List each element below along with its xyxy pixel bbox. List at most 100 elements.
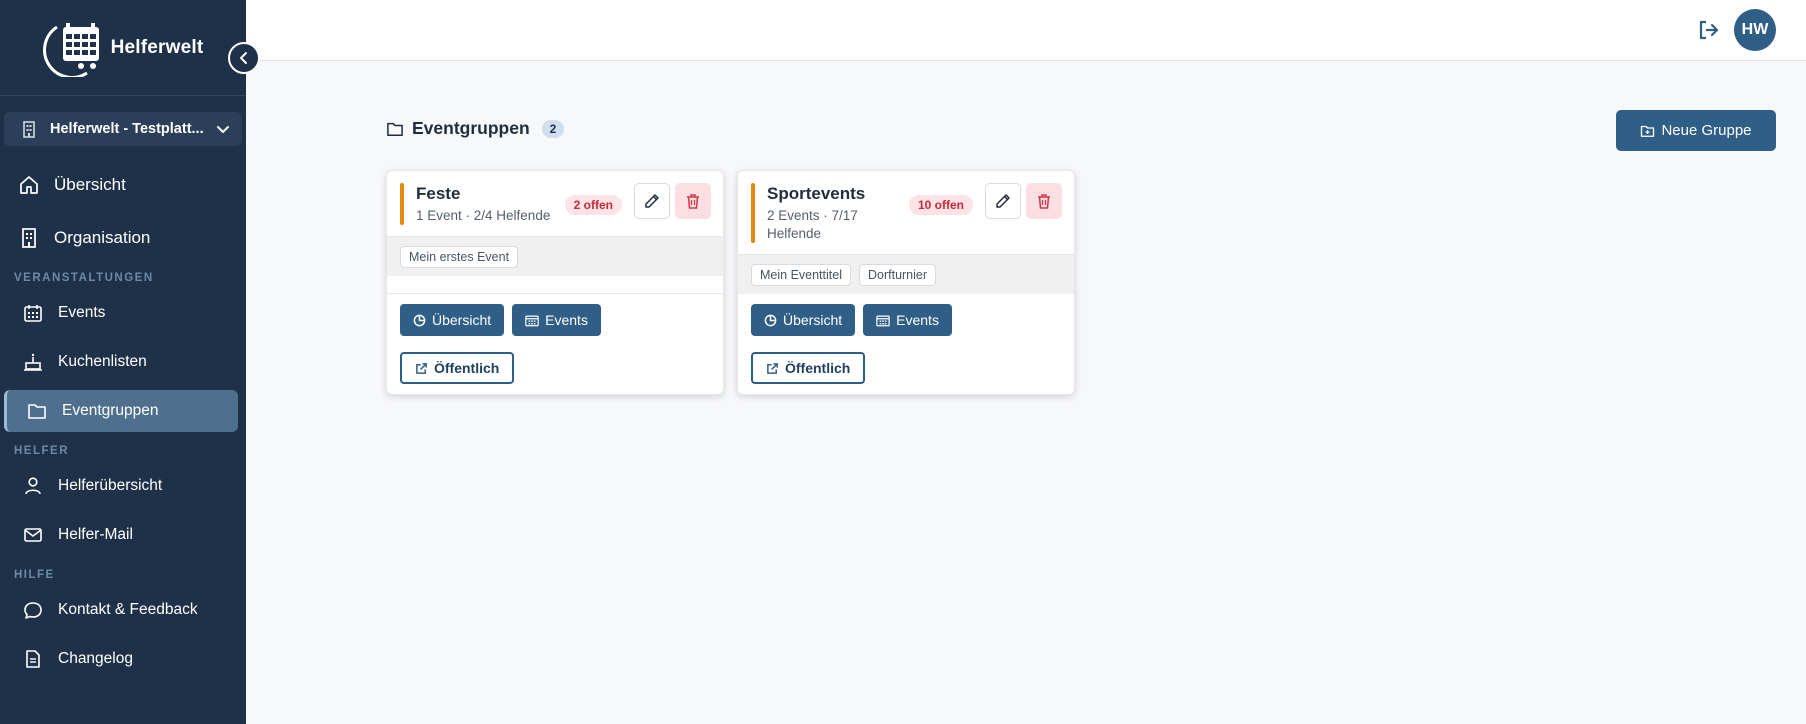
main-navigation: Übersicht Organisation VERANSTALTUNGEN E… — [0, 164, 246, 680]
group-public-button[interactable]: Öffentlich — [400, 352, 515, 384]
sidebar-item-kuchenlisten[interactable]: Kuchenlisten — [4, 341, 238, 383]
home-icon — [18, 174, 40, 196]
top-bar: HW — [246, 0, 1806, 61]
card-accent-bar — [751, 183, 755, 243]
sidebar-item-label: Helferübersicht — [58, 477, 163, 494]
group-meta: 2 Events · 7/17 Helfende — [767, 207, 909, 243]
sidebar-item-eventgruppen[interactable]: Eventgruppen — [4, 390, 238, 432]
open-slots-badge: 10 offen — [908, 195, 973, 215]
sidebar-item-kontakt-feedback[interactable]: Kontakt & Feedback — [4, 589, 238, 631]
sidebar-item-label: Übersicht — [54, 175, 126, 194]
group-events-button[interactable]: Events — [512, 304, 601, 336]
sidebar-item-label: Kuchenlisten — [58, 353, 147, 370]
edit-group-button[interactable] — [985, 183, 1021, 219]
delete-group-button[interactable] — [675, 183, 711, 219]
external-link-icon — [767, 362, 778, 374]
logo-mark-icon — [42, 22, 99, 77]
button-label: Übersicht — [432, 312, 492, 328]
event-tag: Mein Eventtitel — [751, 264, 851, 286]
button-label: Öffentlich — [785, 360, 851, 376]
group-meta-line: 2 Events · 7/17 — [767, 208, 858, 223]
organization-selector[interactable]: Helferwelt - Testplatt... — [4, 112, 242, 146]
cake-icon — [22, 351, 44, 373]
new-group-button[interactable]: Neue Gruppe — [1616, 110, 1776, 151]
group-card-feste: Feste 1 Event · 2/4 Helfende 2 offen Mei… — [386, 170, 724, 395]
app-name: Helferwelt — [110, 36, 204, 58]
page-title: Eventgruppen — [412, 118, 530, 138]
calendar-icon — [22, 302, 44, 324]
page-heading: Eventgruppen 2 — [386, 118, 565, 139]
group-card-sportevents: Sportevents 2 Events · 7/17 Helfende 10 … — [737, 170, 1075, 395]
sidebar-item-label: Kontakt & Feedback — [58, 601, 198, 618]
chat-icon — [22, 599, 44, 621]
group-meta: 1 Event · 2/4 Helfende — [416, 208, 551, 223]
sidebar-item-label: Organisation — [54, 228, 151, 247]
folder-icon — [26, 400, 48, 422]
sidebar-item-label: Changelog — [58, 650, 133, 667]
sidebar-collapse-button[interactable] — [228, 42, 260, 74]
event-tags: Mein Eventtitel Dorfturnier — [738, 254, 1074, 294]
sidebar-item-uebersicht[interactable]: Übersicht — [4, 164, 238, 206]
card-actions: Übersicht Events Öffentlich — [387, 294, 723, 394]
sidebar-item-label: Eventgruppen — [62, 402, 159, 419]
sidebar-item-changelog[interactable]: Changelog — [4, 638, 238, 680]
organization-name: Helferwelt - Testplatt... — [50, 121, 204, 137]
sidebar-item-helfer-mail[interactable]: Helfer-Mail — [4, 514, 238, 556]
pie-chart-icon — [413, 314, 426, 326]
event-tag: Dorfturnier — [858, 264, 937, 286]
delete-group-button[interactable] — [1026, 183, 1062, 219]
building-icon — [18, 118, 40, 140]
external-link-icon — [416, 362, 427, 374]
logo[interactable]: Helferwelt — [35, 19, 204, 77]
chevron-left-icon — [240, 52, 247, 64]
open-slots-badge: 2 offen — [564, 195, 622, 215]
section-label-hilfe: HILFE — [14, 569, 55, 581]
group-name: Feste — [416, 184, 461, 203]
trash-icon — [1038, 194, 1050, 209]
sidebar-item-helferuebersicht[interactable]: Helferübersicht — [4, 465, 238, 507]
button-label: Übersicht — [783, 312, 843, 328]
sidebar-item-organisation[interactable]: Organisation — [4, 217, 238, 259]
document-icon — [22, 648, 44, 670]
card-accent-bar — [400, 183, 404, 225]
button-label: Events — [896, 312, 939, 328]
sidebar-item-label: Events — [58, 304, 106, 321]
user-icon — [22, 475, 44, 497]
sidebar: Helferwelt Helferwelt - Testplatt... Übe… — [0, 0, 260, 724]
pie-chart-icon — [764, 314, 777, 326]
card-header: Sportevents 2 Events · 7/17 Helfende 10 … — [738, 171, 1074, 254]
new-group-label: Neue Gruppe — [1661, 122, 1752, 139]
section-label-helfer: HELFER — [14, 445, 69, 457]
pencil-icon — [996, 194, 1010, 208]
group-overview-button[interactable]: Übersicht — [400, 304, 505, 336]
sidebar-item-events[interactable]: Events — [4, 292, 238, 334]
logout-button[interactable] — [1694, 16, 1722, 44]
card-header: Feste 1 Event · 2/4 Helfende 2 offen — [387, 171, 723, 236]
building-icon — [18, 227, 40, 249]
event-tag: Mein erstes Event — [400, 246, 519, 268]
button-label: Events — [545, 312, 588, 328]
group-overview-button[interactable]: Übersicht — [751, 304, 856, 336]
sidebar-item-label: Helfer-Mail — [58, 526, 133, 543]
edit-group-button[interactable] — [634, 183, 670, 219]
group-public-button[interactable]: Öffentlich — [751, 352, 866, 384]
mail-icon — [22, 524, 44, 546]
chevron-down-icon — [217, 126, 229, 133]
group-count-badge: 2 — [541, 119, 565, 138]
group-name: Sportevents — [767, 184, 866, 203]
calendar-icon — [876, 315, 890, 326]
group-events-button[interactable]: Events — [863, 304, 952, 336]
group-meta-line: Helfende — [767, 226, 822, 241]
logout-icon — [1699, 20, 1719, 40]
pencil-icon — [645, 194, 659, 208]
calendar-icon — [525, 315, 539, 326]
trash-icon — [687, 194, 699, 209]
user-avatar[interactable]: HW — [1734, 9, 1776, 51]
folder-icon — [387, 122, 403, 136]
card-actions: Übersicht Events Öffentlich — [738, 294, 1074, 394]
button-label: Öffentlich — [434, 360, 500, 376]
event-tags: Mein erstes Event — [387, 236, 723, 276]
section-label-veranstaltungen: VERANSTALTUNGEN — [14, 272, 154, 284]
folder-plus-icon — [1641, 125, 1655, 137]
logo-area: Helferwelt — [0, 0, 260, 96]
